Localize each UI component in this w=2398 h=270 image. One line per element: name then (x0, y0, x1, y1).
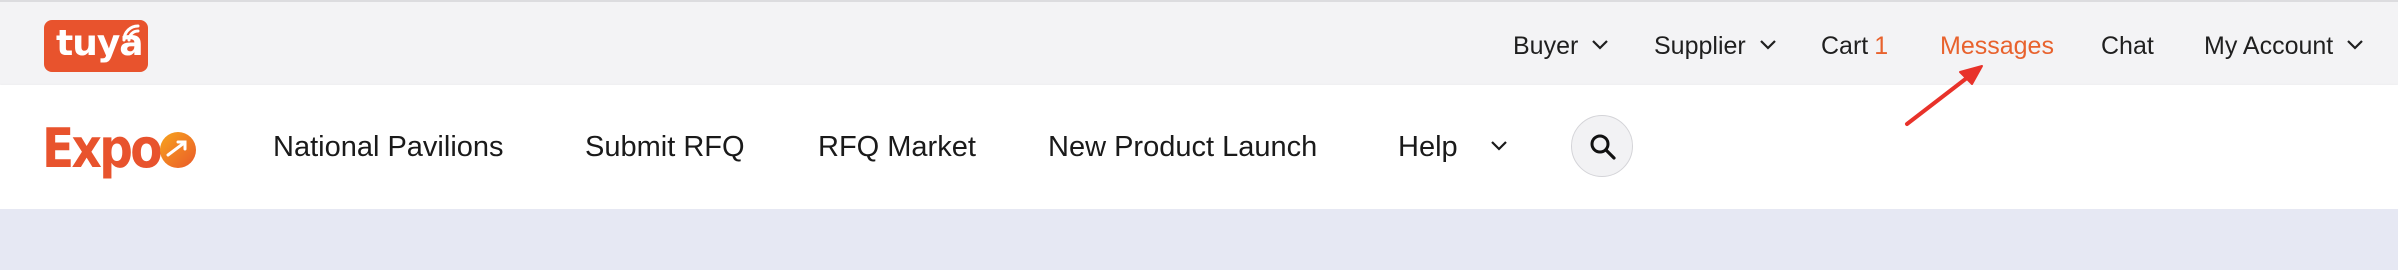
help-label: Help (1398, 131, 1458, 163)
messages-link[interactable]: Messages (1940, 2, 2054, 87)
top-utility-bar: tuya Buyer Supplier Cart 1 Messages Chat … (0, 0, 2398, 85)
supplier-menu[interactable]: Supplier (1654, 2, 1777, 87)
buyer-label: Buyer (1513, 32, 1579, 60)
my-account-label: My Account (2204, 32, 2334, 60)
wifi-signal-icon (122, 24, 140, 42)
expo-logo-text: Expo (42, 117, 161, 180)
supplier-label: Supplier (1654, 32, 1746, 60)
chevron-down-icon (1592, 40, 1609, 50)
main-nav-bar: Expo National Pavilions Submit RFQ RFQ M… (0, 85, 2398, 209)
nav-national-pavilions[interactable]: National Pavilions (273, 85, 504, 209)
chat-link[interactable]: Chat (2101, 2, 2154, 87)
search-button[interactable] (1571, 115, 1633, 177)
my-account-menu[interactable]: My Account (2204, 2, 2364, 87)
chevron-down-icon (1759, 40, 1776, 50)
chevron-down-icon (1490, 141, 1507, 151)
nav-submit-rfq[interactable]: Submit RFQ (585, 85, 745, 209)
nav-help-menu[interactable]: Help (1398, 85, 1508, 209)
cart-label: Cart (1821, 32, 1869, 60)
expo-logo[interactable]: Expo (42, 115, 202, 185)
page-content-area (0, 209, 2398, 270)
cart-count-badge: 1 (1874, 32, 1889, 60)
search-icon (1590, 134, 1616, 160)
chevron-down-icon (2347, 40, 2363, 50)
nav-new-product-launch[interactable]: New Product Launch (1048, 85, 1317, 209)
buyer-menu[interactable]: Buyer (1513, 2, 1609, 87)
tuya-logo[interactable]: tuya (44, 20, 148, 72)
cart-link[interactable]: Cart 1 (1821, 2, 1888, 87)
nav-rfq-market[interactable]: RFQ Market (818, 85, 976, 209)
